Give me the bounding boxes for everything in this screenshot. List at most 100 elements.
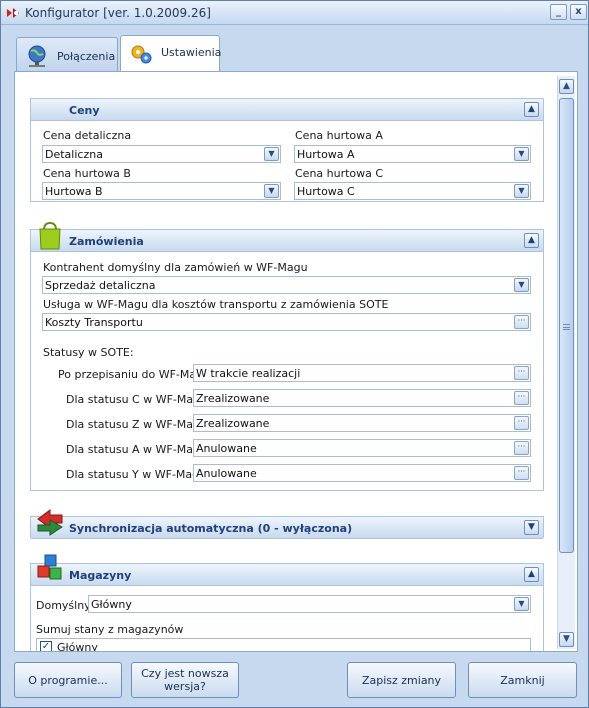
- label-status-y: Dla statusu Y w WF-Magu: [66, 468, 207, 481]
- select-value: Hurtowa B: [45, 185, 103, 198]
- select-cena-detaliczna[interactable]: Detaliczna ▼: [42, 145, 281, 163]
- about-button[interactable]: O programie...: [14, 662, 122, 698]
- settings-scroll-area[interactable]: Ceny ▲ Cena detaliczna Detaliczna ▼ Cena…: [15, 72, 558, 651]
- field-value: Anulowane: [196, 442, 257, 455]
- chevron-down-icon[interactable]: ▼: [514, 184, 529, 198]
- collapse-icon[interactable]: ▲: [524, 567, 539, 582]
- group-magazyny: Magazyny ▲ Domyślny Główny ▼ Sumuj stany…: [30, 554, 544, 651]
- group-magazyny-header[interactable]: Magazyny ▲: [31, 554, 543, 586]
- select-value: Detaliczna: [45, 148, 103, 161]
- close-window-button[interactable]: x: [570, 4, 587, 20]
- label-cena-detaliczna: Cena detaliczna: [43, 129, 132, 142]
- select-value: Hurtowa C: [297, 185, 355, 198]
- label-cena-hurtowa-c: Cena hurtowa C: [295, 167, 384, 180]
- select-cena-hurtowa-b[interactable]: Hurtowa B ▼: [42, 182, 281, 200]
- grip-icon: [563, 324, 570, 330]
- select-value: Sprzedaż detaliczna: [45, 279, 156, 292]
- close-button[interactable]: Zamknij: [468, 662, 577, 698]
- minimize-button[interactable]: _: [550, 4, 567, 20]
- configurator-window: Konfigurator [ver. 1.0.2009.26] _ x Połą…: [0, 0, 589, 708]
- scrollbar-thumb[interactable]: [559, 98, 574, 553]
- checkbox-glowny[interactable]: ✓: [40, 641, 52, 651]
- label-status-c: Dla statusu C w WF-Magu: [66, 393, 208, 406]
- field-status-c[interactable]: Zrealizowane ···: [193, 389, 531, 407]
- field-status-z[interactable]: Zrealizowane ···: [193, 414, 531, 432]
- label-status-z: Dla statusu Z w WF-Magu: [66, 418, 207, 431]
- label-status-a: Dla statusu A w WF-Magu: [66, 443, 207, 456]
- label-sum-warehouses: Sumuj stany z magazynów: [36, 623, 184, 636]
- collapse-icon[interactable]: ▲: [524, 102, 539, 117]
- label-contractor: Kontrahent domyślny dla zamówień w WF-Ma…: [43, 261, 308, 274]
- app-logo-icon: [7, 8, 19, 18]
- settings-panel: Ceny ▲ Cena detaliczna Detaliczna ▼ Cena…: [14, 71, 578, 652]
- group-ceny-header[interactable]: Ceny ▲: [31, 99, 543, 121]
- group-title: Zamówienia: [69, 235, 144, 248]
- chevron-down-icon[interactable]: ▼: [514, 597, 529, 611]
- select-value: Hurtowa A: [297, 148, 355, 161]
- expand-icon[interactable]: ▼: [524, 520, 539, 535]
- collapse-icon[interactable]: ▲: [524, 233, 539, 248]
- field-status-a[interactable]: Anulowane ···: [193, 439, 531, 457]
- save-button-label: Zapisz zmiany: [361, 673, 442, 687]
- ellipsis-button[interactable]: ···: [514, 466, 529, 480]
- label-cena-hurtowa-b: Cena hurtowa B: [43, 167, 131, 180]
- group-title: Magazyny: [69, 569, 132, 582]
- select-default-warehouse[interactable]: Główny ▼: [88, 595, 531, 613]
- cubes-icon: [37, 554, 62, 580]
- ellipsis-button[interactable]: ···: [514, 441, 529, 455]
- field-status-y[interactable]: Anulowane ···: [193, 464, 531, 482]
- warehouse-checklist[interactable]: ✓ Główny: [36, 638, 531, 651]
- chevron-down-icon[interactable]: ▼: [264, 184, 279, 198]
- checklist-item-label: Główny: [57, 641, 98, 651]
- check-update-button[interactable]: Czy jest nowsza wersja?: [131, 662, 239, 698]
- update-button-label-line1: Czy jest nowsza: [141, 667, 229, 680]
- group-zamowienia: Zamówienia ▲ Kontrahent domyślny dla zam…: [30, 221, 544, 491]
- tab-polaczenia[interactable]: Połączenia: [16, 37, 118, 73]
- group-sync: Synchronizacja automatyczna (0 - wyłączo…: [30, 509, 544, 539]
- chevron-down-icon[interactable]: ▼: [264, 147, 279, 161]
- gears-icon: [131, 45, 152, 64]
- select-cena-hurtowa-c[interactable]: Hurtowa C ▼: [294, 182, 531, 200]
- save-button[interactable]: Zapisz zmiany: [347, 662, 456, 698]
- close-button-label: Zamknij: [500, 673, 545, 687]
- label-transport-service: Usługa w WF-Magu dla kosztów transportu …: [43, 298, 389, 311]
- scroll-down-button[interactable]: ▼: [559, 632, 574, 647]
- field-status-import[interactable]: W trakcie realizacji ···: [193, 364, 531, 382]
- statuses-heading: Statusy w SOTE:: [43, 346, 134, 359]
- update-button-label-line2: wersja?: [164, 680, 206, 693]
- title-bar[interactable]: Konfigurator [ver. 1.0.2009.26] _ x: [1, 1, 588, 25]
- select-value: Główny: [91, 598, 132, 611]
- group-zamowienia-header[interactable]: Zamówienia ▲: [31, 221, 543, 252]
- globe-network-icon: [28, 45, 46, 67]
- field-value: Zrealizowane: [196, 392, 270, 405]
- ellipsis-button[interactable]: ···: [514, 416, 529, 430]
- about-button-label: O programie...: [28, 673, 108, 687]
- ellipsis-button[interactable]: ···: [514, 391, 529, 405]
- field-value: Zrealizowane: [196, 417, 270, 430]
- label-default-warehouse: Domyślny: [36, 599, 91, 612]
- chevron-down-icon[interactable]: ▼: [514, 147, 529, 161]
- vertical-scrollbar[interactable]: ▲ ▼: [557, 76, 575, 649]
- ellipsis-button[interactable]: ···: [514, 315, 529, 329]
- chevron-down-icon[interactable]: ▼: [514, 278, 529, 292]
- field-value: W trakcie realizacji: [196, 367, 301, 380]
- select-contractor[interactable]: Sprzedaż detaliczna ▼: [42, 276, 531, 294]
- select-cena-hurtowa-a[interactable]: Hurtowa A ▼: [294, 145, 531, 163]
- label-cena-hurtowa-a: Cena hurtowa A: [295, 129, 383, 142]
- scroll-up-button[interactable]: ▲: [559, 79, 574, 94]
- shopping-bag-icon: [39, 221, 61, 250]
- group-sync-header[interactable]: Synchronizacja automatyczna (0 - wyłączo…: [31, 509, 543, 539]
- tab-label: Ustawienia: [161, 46, 222, 59]
- field-transport-service[interactable]: Koszty Transportu ···: [42, 313, 531, 331]
- window-title: Konfigurator [ver. 1.0.2009.26]: [25, 6, 211, 20]
- sync-arrows-icon: [37, 509, 63, 536]
- field-value: Koszty Transportu: [45, 316, 143, 329]
- group-title: Ceny: [69, 104, 100, 117]
- group-title: Synchronizacja automatyczna (0 - wyłączo…: [69, 522, 353, 535]
- label-status-import: Po przepisaniu do WF-Maga: [58, 368, 210, 381]
- tab-label: Połączenia: [57, 50, 116, 63]
- field-value: Anulowane: [196, 467, 257, 480]
- ellipsis-button[interactable]: ···: [514, 366, 529, 380]
- group-ceny: Ceny ▲ Cena detaliczna Detaliczna ▼ Cena…: [30, 98, 544, 202]
- tab-ustawienia[interactable]: Ustawienia: [120, 35, 222, 72]
